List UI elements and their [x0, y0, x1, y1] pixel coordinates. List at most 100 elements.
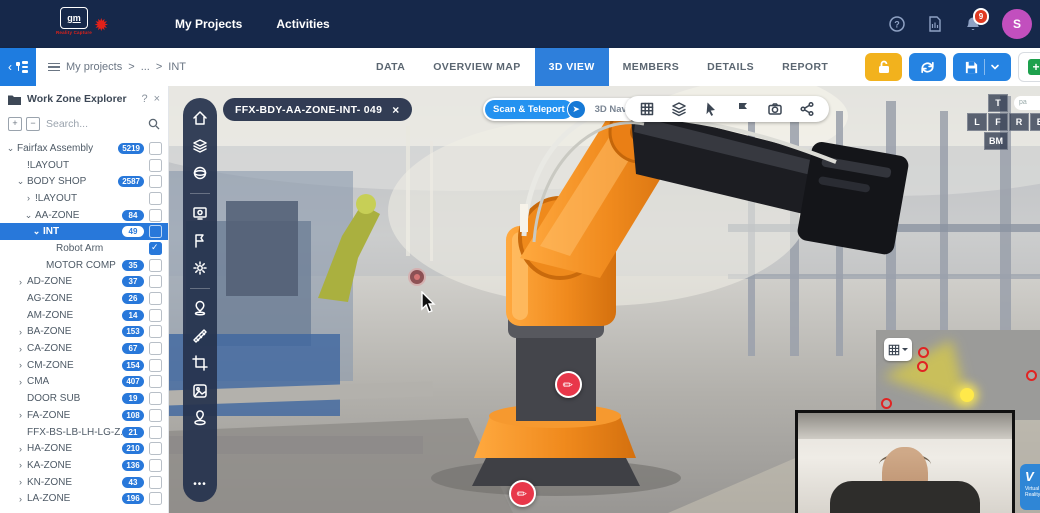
tree-item-checkbox[interactable]	[149, 475, 162, 489]
tree-chevron-icon[interactable]: ›	[14, 360, 27, 370]
sync-button[interactable]	[909, 53, 946, 81]
panel-help-button[interactable]: ?	[141, 93, 147, 105]
minimap-waypoint[interactable]	[918, 347, 929, 358]
grid-icon[interactable]	[639, 101, 655, 117]
project-tab[interactable]: REPORT	[768, 48, 842, 86]
top-menu-item[interactable]: Activities	[276, 17, 329, 31]
measure-ruler-icon[interactable]	[192, 328, 208, 344]
tree-item[interactable]: AM-ZONE 14	[0, 307, 168, 324]
tree-item[interactable]: › CMA 407	[0, 374, 168, 391]
tree-item-checkbox[interactable]	[149, 308, 162, 322]
tree-chevron-icon[interactable]: ›	[22, 193, 35, 203]
project-tab[interactable]: 3D VIEW	[534, 48, 609, 86]
project-tab[interactable]: MEMBERS	[609, 48, 693, 86]
screenshot-icon[interactable]	[192, 205, 208, 221]
collapse-panel-button[interactable]: ‹	[0, 48, 36, 86]
tree-item-checkbox[interactable]	[149, 275, 162, 289]
project-tab[interactable]: OVERVIEW MAP	[419, 48, 534, 86]
project-tab[interactable]: DATA	[362, 48, 419, 86]
tree-item-checkbox[interactable]	[149, 392, 162, 406]
tree-item[interactable]: › HA-ZONE 210	[0, 440, 168, 457]
stack-icon[interactable]	[671, 101, 687, 117]
tree-item-checkbox[interactable]	[149, 325, 162, 339]
minimap-waypoint[interactable]	[881, 398, 892, 409]
tree-chevron-icon[interactable]: ›	[14, 327, 27, 337]
tree-chevron-icon[interactable]: ›	[14, 277, 27, 287]
layers-icon[interactable]	[192, 138, 208, 154]
drop-pin-icon[interactable]	[192, 410, 208, 426]
nav-mode-toggle[interactable]: Scan & Teleport ➤ 3D Navi	[483, 98, 641, 121]
tree-chevron-icon[interactable]: ⌄	[14, 176, 27, 187]
viewcube-right[interactable]: R	[1009, 113, 1029, 131]
viewcube-back[interactable]: B	[1030, 113, 1040, 131]
tree-item[interactable]: Robot Arm	[0, 240, 168, 257]
tree-item-checkbox[interactable]	[149, 208, 162, 222]
tree-item-checkbox[interactable]	[149, 375, 162, 389]
viewcube-bottom[interactable]: BM	[984, 132, 1008, 150]
annotation-flag-icon[interactable]	[192, 233, 208, 249]
tree-chevron-icon[interactable]: ›	[14, 444, 27, 454]
collapse-all-button[interactable]: −	[26, 117, 40, 131]
home-icon[interactable]	[192, 110, 208, 126]
tree-item[interactable]: !LAYOUT	[0, 157, 168, 174]
notifications-bell-icon[interactable]: 9	[964, 8, 989, 33]
scan-teleport-mode[interactable]: Scan & Teleport	[485, 100, 573, 119]
annotation-marker[interactable]: ✎	[509, 480, 536, 507]
add-button[interactable]: +	[1018, 52, 1040, 82]
tree-item[interactable]: ⌄ Fairfax Assembly 5219	[0, 140, 168, 157]
save-view-split-button[interactable]	[953, 53, 1011, 81]
tree-item-checkbox[interactable]	[149, 425, 162, 439]
tree-item[interactable]: ⌄ AA-ZONE 84	[0, 207, 168, 224]
report-document-icon[interactable]	[926, 15, 944, 33]
user-avatar[interactable]: S	[1002, 9, 1032, 39]
webcam-video[interactable]	[795, 410, 1015, 513]
viewcube-front[interactable]: F	[988, 113, 1008, 131]
tree-item-checkbox[interactable]	[149, 225, 162, 239]
view-mini-input[interactable]: pa	[1014, 96, 1040, 110]
tree-item-checkbox[interactable]	[149, 458, 162, 472]
top-menu-item[interactable]: My Projects	[175, 17, 242, 31]
minimap-grid-button[interactable]	[884, 338, 912, 361]
tree-item-checkbox[interactable]	[149, 175, 162, 189]
tree-item[interactable]: DOOR SUB 19	[0, 390, 168, 407]
viewcube-top[interactable]: T	[988, 94, 1008, 112]
tree-item[interactable]: › KN-ZONE 43	[0, 474, 168, 491]
tree-chevron-icon[interactable]: ›	[14, 344, 27, 354]
tree-item[interactable]: › BA-ZONE 153	[0, 324, 168, 341]
notes-icon[interactable]	[850, 15, 868, 33]
tree-item[interactable]: › KA-ZONE 136	[0, 457, 168, 474]
tree-item[interactable]: ⌄ BODY SHOP 2587	[0, 173, 168, 190]
tree-item-checkbox[interactable]	[149, 408, 162, 422]
tree-chevron-icon[interactable]: ›	[14, 410, 27, 420]
lock-button[interactable]	[865, 53, 902, 81]
pano-waypoint-marker[interactable]	[408, 268, 426, 286]
panel-close-button[interactable]: ×	[154, 93, 160, 105]
tree-item-checkbox[interactable]	[149, 492, 162, 506]
3d-viewport[interactable]: ••• FFX-BDY-AA-ZONE-INT- 049 × Scan & Te…	[168, 86, 1040, 513]
tree-item[interactable]: AG-ZONE 26	[0, 290, 168, 307]
hamburger-icon[interactable]	[48, 61, 60, 74]
tree-chevron-icon[interactable]: ⌄	[4, 143, 17, 154]
tree-item-checkbox[interactable]	[149, 442, 162, 456]
annotation-marker[interactable]: ✎	[555, 371, 582, 398]
share-icon[interactable]	[799, 101, 815, 117]
tree-item-checkbox[interactable]	[149, 258, 162, 272]
tree-item-checkbox[interactable]	[149, 191, 162, 205]
breadcrumb-root[interactable]: My projects	[66, 61, 122, 73]
viewcube-left[interactable]: L	[967, 113, 987, 131]
tree-chevron-icon[interactable]: ⌄	[22, 210, 35, 221]
gm-reality-capture-logo[interactable]: gm ✹ Reality Capture	[44, 7, 108, 35]
tree-item[interactable]: › !LAYOUT	[0, 190, 168, 207]
toggle-knob-icon[interactable]: ➤	[566, 100, 586, 119]
help-icon[interactable]: ?	[888, 15, 906, 33]
minimap-waypoint[interactable]	[917, 361, 928, 372]
pointer-icon[interactable]	[703, 101, 719, 117]
tree-item-checkbox[interactable]	[149, 158, 162, 172]
tree-item[interactable]: › LA-ZONE 196	[0, 490, 168, 507]
flag-icon[interactable]	[735, 101, 751, 117]
crop-icon[interactable]	[192, 355, 208, 371]
location-tag[interactable]: FFX-BDY-AA-ZONE-INT- 049 ×	[223, 98, 412, 121]
tree-item[interactable]: › CM-ZONE 154	[0, 357, 168, 374]
tree-item[interactable]: › FA-ZONE 108	[0, 407, 168, 424]
tree-item[interactable]: FFX-BS-LB-LH-LG-Z... 21	[0, 424, 168, 441]
